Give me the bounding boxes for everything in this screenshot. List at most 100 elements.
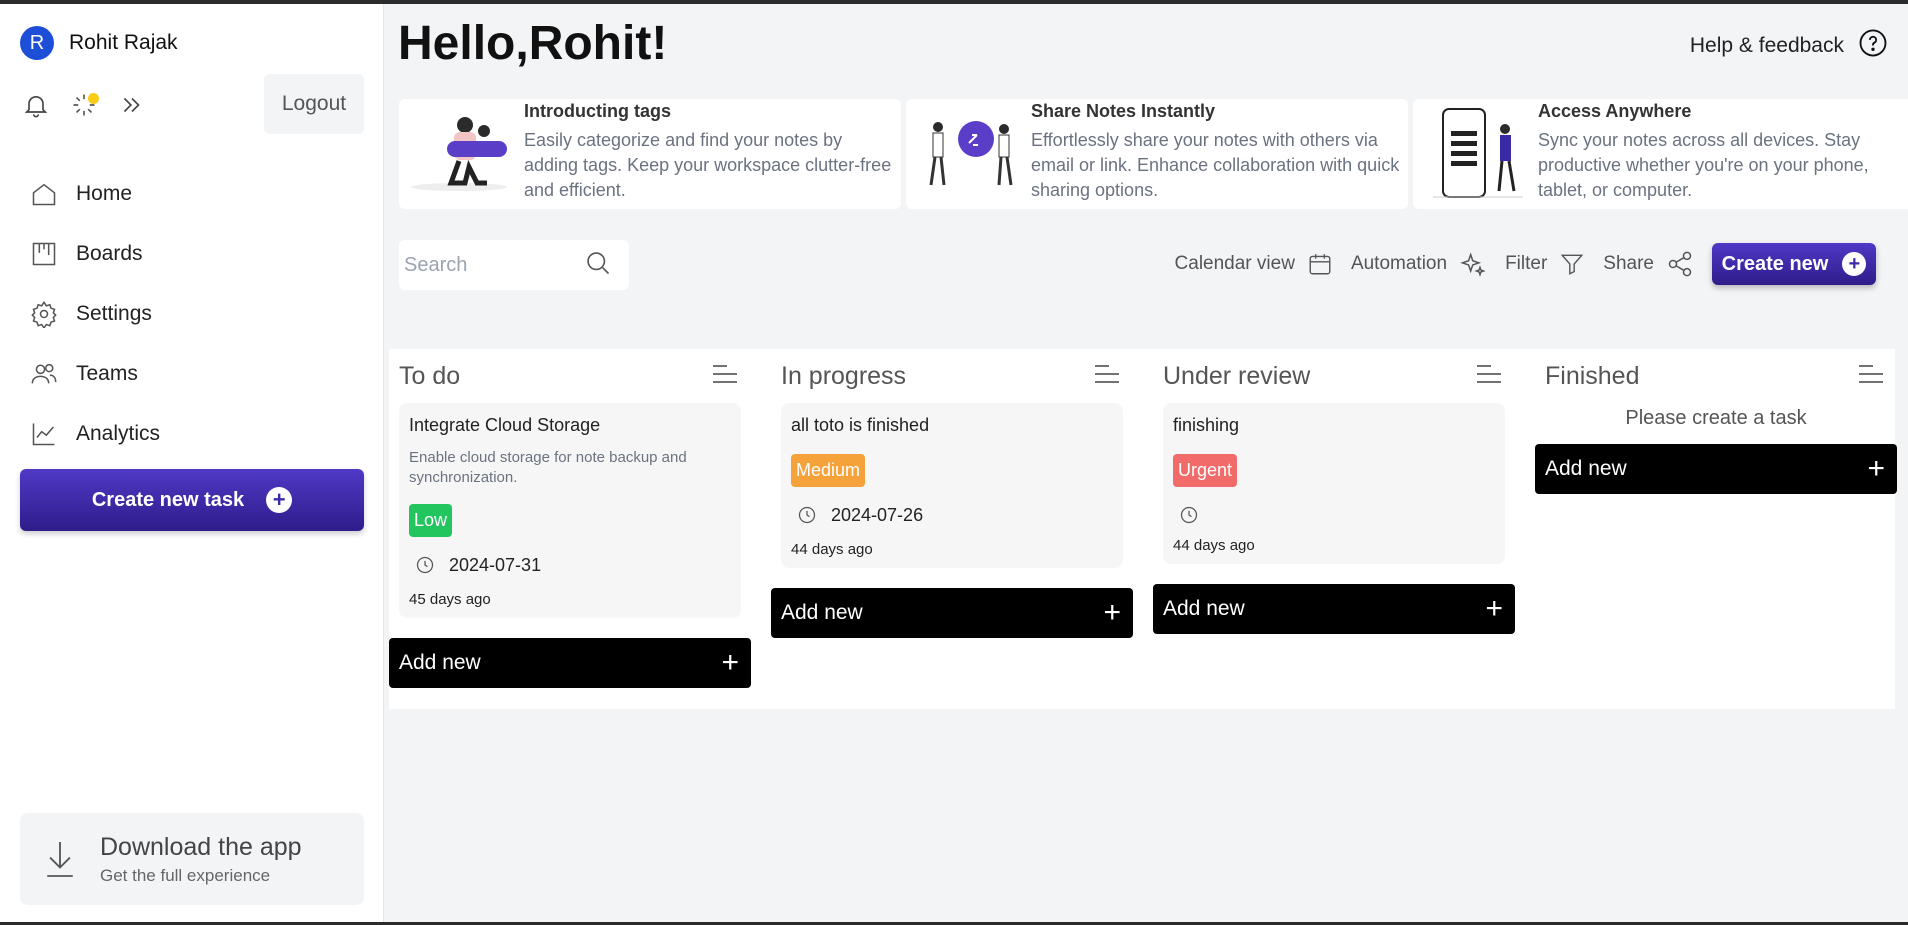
- sidebar-item-boards[interactable]: Boards: [30, 224, 160, 284]
- add-new-label: Add new: [1545, 457, 1627, 480]
- task-deadline: [1173, 503, 1495, 527]
- task-card[interactable]: finishing Urgent 44 days ago: [1163, 403, 1505, 564]
- add-new-label: Add new: [1163, 597, 1245, 620]
- sidebar-item-label: Analytics: [76, 422, 161, 445]
- task-title: Integrate Cloud Storage: [409, 415, 601, 435]
- sidebar-icon-row: [20, 89, 148, 121]
- add-new-button[interactable]: Add new +: [1153, 584, 1515, 634]
- tags-illustration-icon: [399, 99, 524, 209]
- share-label: Share: [1603, 253, 1654, 274]
- boards-icon: [30, 240, 58, 268]
- task-description: Enable cloud storage for note backup and…: [409, 449, 687, 486]
- clock-icon: [1180, 506, 1198, 524]
- add-new-button[interactable]: Add new +: [1535, 444, 1897, 494]
- task-age: 45 days ago: [409, 591, 491, 608]
- task-title: finishing: [1173, 415, 1240, 435]
- download-icon: [20, 839, 100, 879]
- sidebar-item-label: Teams: [76, 362, 138, 385]
- column-title: To do: [399, 361, 461, 390]
- plus-icon: +: [1867, 452, 1885, 485]
- expand-chevrons-icon[interactable]: [116, 89, 148, 121]
- feature-card-tags: Introducting tags Easily categorize and …: [399, 99, 901, 209]
- calendar-icon: [1309, 254, 1331, 275]
- search-box: [399, 240, 629, 290]
- plus-icon: +: [1103, 596, 1121, 629]
- feature-card-share: Share Notes Instantly Effortlessly share…: [906, 99, 1408, 209]
- notification-bell-icon[interactable]: [20, 89, 52, 121]
- page-title: Hello,Rohit!: [398, 17, 668, 70]
- plus-icon: +: [266, 487, 293, 513]
- feature-description: Effortlessly share your notes with other…: [1031, 130, 1400, 200]
- feature-description: Easily categorize and find your notes by…: [524, 130, 892, 200]
- column-menu-icon[interactable]: [1475, 362, 1503, 391]
- column-menu-icon[interactable]: [711, 362, 739, 391]
- download-app-card[interactable]: Download the app Get the full experience: [20, 813, 364, 905]
- automation-button[interactable]: Automation: [1351, 250, 1487, 278]
- automation-label: Automation: [1350, 253, 1448, 274]
- task-deadline: 2024-07-26: [791, 503, 1113, 527]
- column-title: Under review: [1163, 361, 1311, 390]
- plus-icon: +: [1485, 592, 1503, 625]
- task-date: 2024-07-26: [831, 504, 924, 525]
- column-menu-icon[interactable]: [1093, 362, 1121, 391]
- search-input[interactable]: [404, 253, 584, 277]
- kanban-board: To do Integrate Cloud Storage Enable clo…: [389, 349, 1897, 709]
- help-feedback-link[interactable]: Help & feedback: [1690, 28, 1888, 64]
- column-title: In progress: [781, 361, 907, 390]
- download-subtitle: Get the full experience: [100, 865, 271, 885]
- create-new-label: Create new: [1721, 252, 1829, 275]
- add-new-label: Add new: [781, 601, 863, 624]
- create-new-task-button[interactable]: Create new task +: [20, 469, 364, 531]
- sidebar: R Rohit Rajak Logout Home Boards Setting…: [0, 4, 384, 922]
- add-new-button[interactable]: Add new +: [771, 588, 1133, 638]
- column-menu-icon[interactable]: [1857, 362, 1885, 391]
- filter-button[interactable]: Filter: [1505, 251, 1585, 277]
- task-age: 44 days ago: [1173, 537, 1255, 554]
- sparkle-icon: [1460, 252, 1486, 277]
- create-new-button[interactable]: Create new +: [1712, 243, 1876, 285]
- add-new-button[interactable]: Add new +: [389, 638, 751, 688]
- feature-description: Sync your notes across all devices. Stay…: [1538, 130, 1869, 200]
- help-label: Help & feedback: [1689, 34, 1844, 57]
- avatar: R: [20, 26, 54, 60]
- column-todo: To do Integrate Cloud Storage Enable clo…: [389, 349, 751, 688]
- task-card[interactable]: Integrate Cloud Storage Enable cloud sto…: [399, 403, 741, 618]
- sidebar-item-settings[interactable]: Settings: [30, 284, 160, 344]
- user-profile[interactable]: R Rohit Rajak: [20, 26, 178, 60]
- calendar-view-button[interactable]: Calendar view: [1175, 251, 1333, 277]
- sidebar-item-label: Boards: [76, 242, 143, 265]
- feature-card-access: Access Anywhere Sync your notes across a…: [1413, 99, 1908, 209]
- logout-button[interactable]: Logout: [264, 74, 364, 134]
- loader-icon[interactable]: [68, 89, 100, 121]
- task-deadline: 2024-07-31: [409, 553, 731, 577]
- feature-title: Introducting tags: [524, 101, 671, 121]
- analytics-icon: [30, 420, 58, 448]
- task-card[interactable]: all toto is finished Medium 2024-07-26 4…: [781, 403, 1123, 568]
- sidebar-item-teams[interactable]: Teams: [30, 344, 160, 404]
- sidebar-item-analytics[interactable]: Analytics: [30, 404, 160, 464]
- priority-badge: Urgent: [1173, 454, 1238, 487]
- column-in-progress: In progress all toto is finished Medium …: [771, 349, 1133, 638]
- create-task-label: Create new task: [91, 488, 245, 511]
- phone-illustration-icon: [1413, 99, 1538, 209]
- question-circle-icon: [1858, 28, 1888, 64]
- feature-title: Access Anywhere: [1538, 101, 1692, 121]
- task-date: 2024-07-31: [449, 554, 542, 575]
- sidebar-item-label: Home: [76, 182, 133, 205]
- share-button[interactable]: Share: [1603, 250, 1694, 278]
- teams-icon: [30, 360, 58, 388]
- download-title: Download the app: [100, 832, 302, 861]
- search-icon[interactable]: [584, 249, 612, 282]
- sidebar-item-home[interactable]: Home: [30, 164, 160, 224]
- column-title: Finished: [1545, 361, 1640, 390]
- priority-badge: Medium: [791, 454, 866, 487]
- column-finished: Finished Please create a task Add new +: [1535, 349, 1897, 494]
- plus-icon: +: [721, 646, 739, 679]
- home-icon: [30, 180, 58, 208]
- plus-icon: +: [1842, 252, 1867, 276]
- filter-icon: [1560, 254, 1584, 275]
- user-name: Rohit Rajak: [69, 31, 178, 54]
- task-age: 44 days ago: [791, 541, 873, 558]
- empty-column-message: Please create a task: [1625, 407, 1807, 429]
- calendar-view-label: Calendar view: [1174, 253, 1295, 274]
